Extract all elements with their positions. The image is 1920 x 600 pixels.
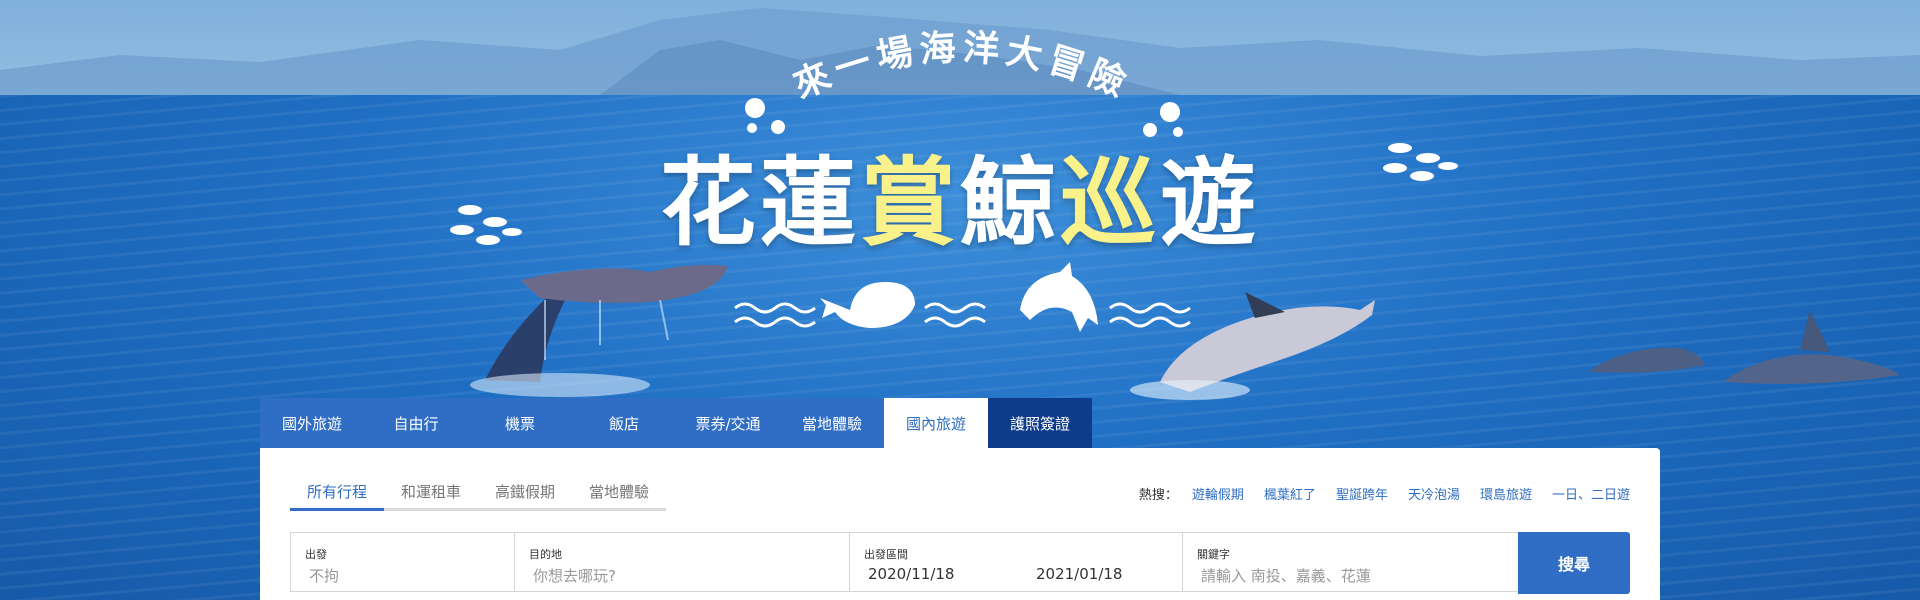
dolphin-icon [1020, 262, 1098, 332]
title-part-1: 花蓮 [660, 147, 860, 259]
fish-school-left [450, 205, 522, 245]
tab-independent-travel[interactable]: 自由行 [364, 398, 468, 448]
date-range-label: 出發區間 [864, 548, 908, 561]
departure-value: 不拘 [309, 567, 340, 585]
subtab-car-rental[interactable]: 和運租車 [384, 478, 478, 508]
date-range-field[interactable]: 出發區間 2020/11/18 2021/01/18 [849, 532, 1182, 592]
dolphins-pod-image [1590, 310, 1900, 384]
hot-link-island-tour[interactable]: 環島旅遊 [1480, 484, 1532, 503]
destination-placeholder: 你想去哪玩? [533, 567, 616, 585]
hero-title: 花蓮賞鯨巡遊 [630, 138, 1290, 268]
title-part-4: 巡 [1060, 147, 1160, 259]
wave-decoration [734, 302, 1191, 328]
departure-label: 出發 [305, 548, 327, 561]
hot-search-label: 熱搜： [1138, 488, 1178, 503]
fish-school-right [1383, 143, 1458, 181]
hot-link-hot-spring[interactable]: 天冷泡湯 [1408, 484, 1460, 503]
tab-hotels[interactable]: 飯店 [572, 398, 676, 448]
subtab-local-experiences[interactable]: 當地體驗 [572, 478, 666, 508]
search-panel: 所有行程 和運租車 高鐵假期 當地體驗 熱搜： 遊輪假期 楓葉紅了 聖誕跨年 天… [260, 448, 1660, 600]
destination-label: 目的地 [529, 548, 562, 561]
keyword-field[interactable]: 關鍵字 請輸入 南投、嘉義、花蓮 [1182, 532, 1518, 592]
tab-international-travel[interactable]: 國外旅遊 [260, 398, 364, 448]
tab-flights[interactable]: 機票 [468, 398, 572, 448]
tab-tickets-transport[interactable]: 票券/交通 [676, 398, 780, 448]
search-button[interactable]: 搜尋 [1518, 532, 1630, 594]
title-part-2: 賞 [860, 147, 960, 259]
bubble-decoration [745, 98, 1183, 137]
category-tabs: 國外旅遊 自由行 機票 飯店 票券/交通 當地體驗 國內旅遊 護照簽證 [260, 398, 1092, 448]
subtab-hsr-holidays[interactable]: 高鐵假期 [478, 478, 572, 508]
hot-link-cruise[interactable]: 遊輪假期 [1192, 484, 1244, 503]
keyword-placeholder: 請輸入 南投、嘉義、花蓮 [1201, 567, 1371, 585]
whale-tail-image [485, 264, 728, 382]
dolphin-image [1130, 292, 1375, 400]
tab-local-experiences[interactable]: 當地體驗 [780, 398, 884, 448]
hot-search-bar: 熱搜： 遊輪假期 楓葉紅了 聖誕跨年 天冷泡湯 環島旅遊 一日、二日遊 [1139, 484, 1630, 503]
hot-link-maple[interactable]: 楓葉紅了 [1264, 484, 1316, 503]
destination-field[interactable]: 目的地 你想去哪玩? [514, 532, 849, 592]
hot-link-christmas[interactable]: 聖誕跨年 [1336, 484, 1388, 503]
title-part-3: 鯨 [960, 147, 1060, 259]
start-date-value[interactable]: 2020/11/18 [868, 565, 954, 583]
end-date-value[interactable]: 2021/01/18 [1036, 565, 1122, 583]
whale-icon [820, 282, 915, 328]
keyword-label: 關鍵字 [1197, 548, 1230, 561]
search-form: 出發 不拘 目的地 你想去哪玩? 出發區間 2020/11/18 2021/01… [290, 532, 1630, 594]
sub-tabs: 所有行程 和運租車 高鐵假期 當地體驗 [290, 478, 666, 511]
hot-link-day-trips[interactable]: 一日、二日遊 [1552, 484, 1630, 503]
title-part-5: 遊 [1160, 147, 1260, 259]
tab-domestic-travel[interactable]: 國內旅遊 [884, 398, 988, 448]
departure-field[interactable]: 出發 不拘 [290, 532, 514, 592]
subtab-all-itineraries[interactable]: 所有行程 [290, 478, 384, 511]
tab-passport-visa[interactable]: 護照簽證 [988, 398, 1092, 448]
